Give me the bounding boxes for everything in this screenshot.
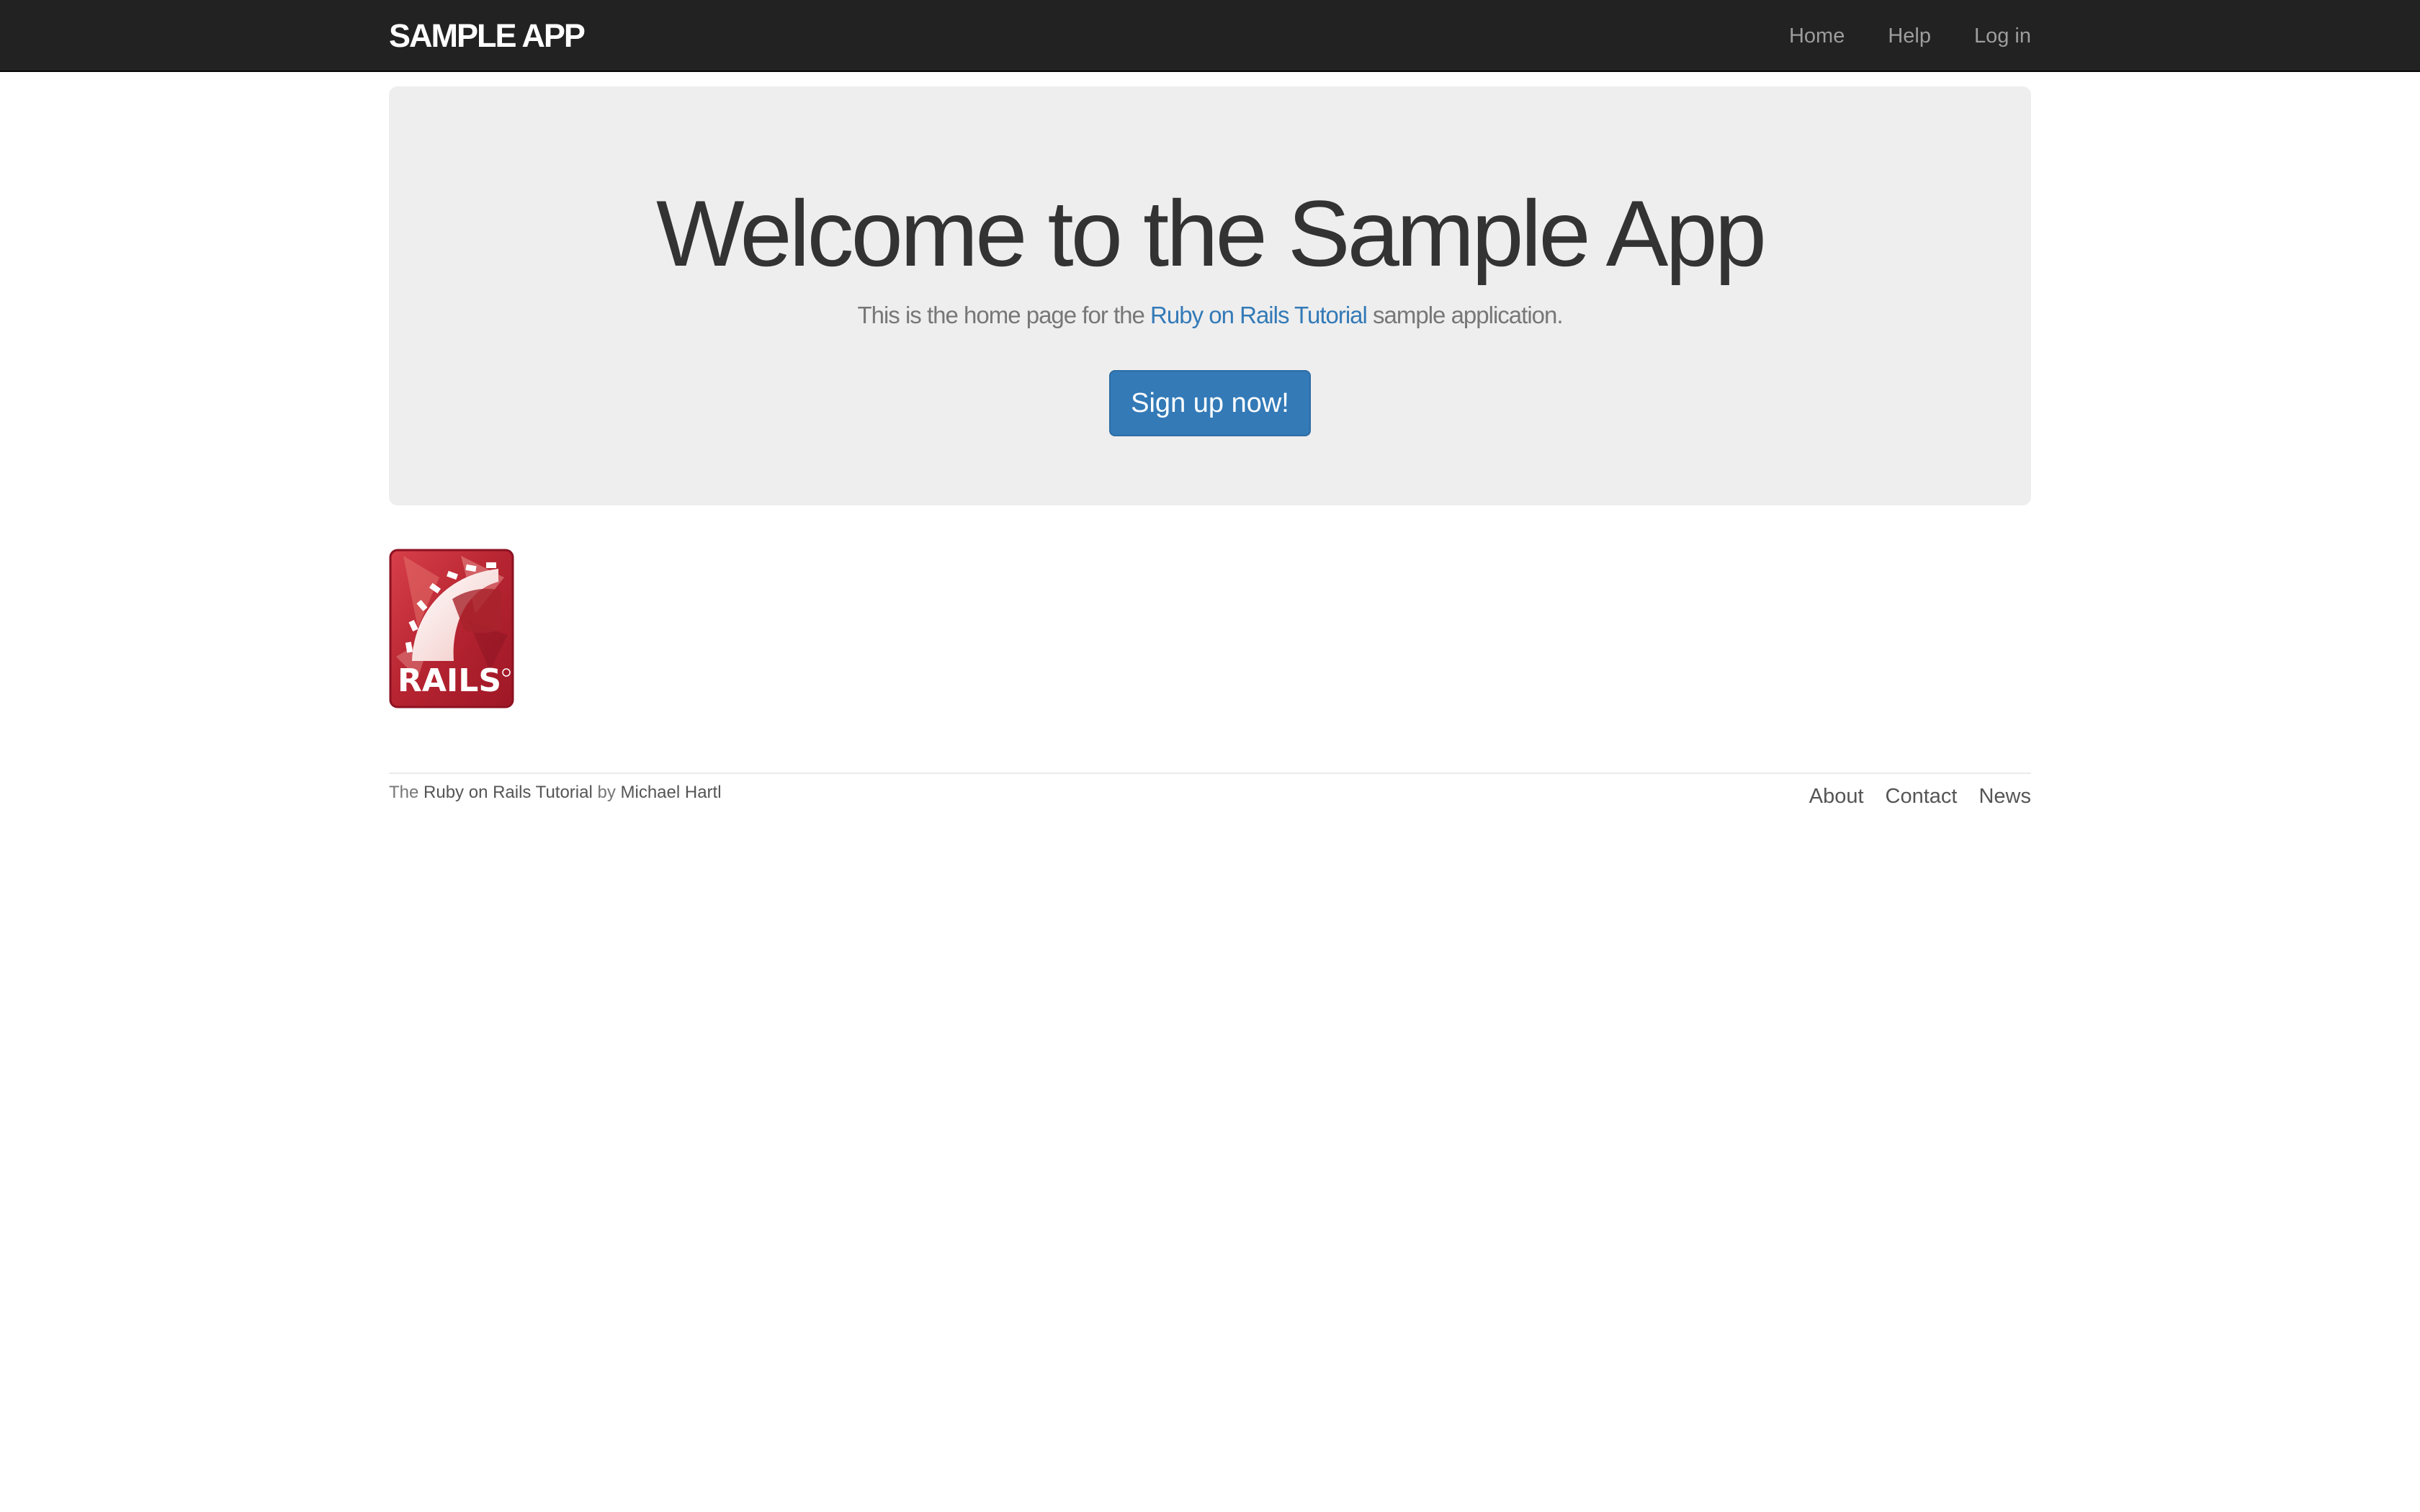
top-navbar: SAMPLE APP Home Help Log in bbox=[0, 0, 2420, 72]
footer-contact-link[interactable]: Contact bbox=[1886, 783, 1958, 809]
footer-news-link[interactable]: News bbox=[1978, 783, 2031, 809]
footer-credit: The Ruby on Rails Tutorial by Michael Ha… bbox=[389, 782, 722, 804]
nav-links: Home Help Log in bbox=[1789, 22, 2031, 50]
footer-author-link[interactable]: Michael Hartl bbox=[621, 783, 722, 802]
hero-title: Welcome to the Sample App bbox=[656, 181, 1767, 286]
hero-jumbotron: Welcome to the Sample App This is the ho… bbox=[389, 86, 2031, 505]
rails-logo-link[interactable]: RAILS bbox=[389, 549, 514, 708]
hero-text-after: sample application. bbox=[1366, 302, 1564, 328]
rails-logo-text: RAILS bbox=[398, 662, 501, 699]
footer-prefix: The bbox=[389, 783, 424, 802]
footer-divider bbox=[389, 773, 2031, 774]
tutorial-link[interactable]: Ruby on Rails Tutorial bbox=[1150, 302, 1368, 328]
sign-up-button[interactable]: Sign up now! bbox=[1109, 370, 1311, 436]
nav-help-link[interactable]: Help bbox=[1888, 22, 1931, 50]
hero-text: This is the home page for the Ruby on Ra… bbox=[389, 300, 2031, 331]
rails-logo-icon: RAILS bbox=[389, 549, 514, 708]
footer-about-link[interactable]: About bbox=[1809, 783, 1864, 809]
footer-tutorial-link[interactable]: Ruby on Rails Tutorial bbox=[424, 783, 593, 802]
brand-logo[interactable]: SAMPLE APP bbox=[389, 17, 586, 55]
nav-login-link[interactable]: Log in bbox=[1974, 22, 2031, 50]
nav-home-link[interactable]: Home bbox=[1789, 22, 1845, 50]
footer-links: About Contact News bbox=[1809, 783, 2031, 809]
hero-text-before: This is the home page for the bbox=[857, 302, 1151, 328]
footer-by: by bbox=[592, 783, 621, 802]
